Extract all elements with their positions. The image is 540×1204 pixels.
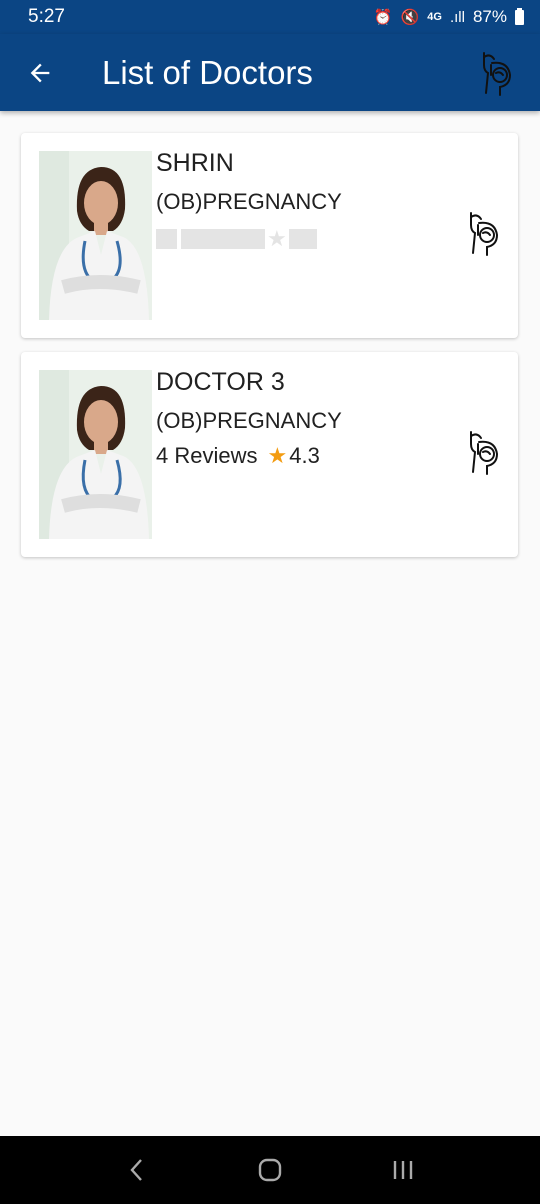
battery-icon — [515, 7, 524, 25]
nav-back-button[interactable] — [107, 1140, 167, 1200]
rating-value: 4.3 — [289, 443, 320, 468]
doctor-name: SHRIN — [156, 149, 234, 177]
doctor-photo — [39, 370, 152, 539]
skeleton-block — [181, 229, 265, 249]
pregnancy-icon — [470, 212, 499, 256]
pregnancy-icon — [483, 51, 512, 96]
nav-recents-button[interactable] — [373, 1140, 433, 1200]
pregnancy-icon — [470, 431, 499, 475]
alarm-icon: ⏰ — [373, 9, 393, 26]
review-count: 4 Reviews — [156, 443, 258, 468]
doctor-card[interactable]: DOCTOR 3 (OB)PREGNANCY 4 Reviews ★ 4.3 — [21, 352, 518, 557]
star-icon: ★ — [267, 443, 288, 468]
status-icons: ⏰ 🔇 4G .ıll 87% — [374, 7, 524, 27]
back-button[interactable] — [12, 45, 68, 101]
doctor-specialty: (OB)PREGNANCY — [156, 189, 342, 214]
system-nav-bar — [0, 1136, 540, 1204]
app-bar: List of Doctors — [0, 34, 540, 111]
signal-icon: .ıll — [449, 8, 465, 26]
rating-row: 4 Reviews ★ 4.3 — [156, 443, 320, 469]
status-time: 5:27 — [28, 6, 65, 27]
mute-icon: 🔇 — [400, 9, 420, 26]
nav-home-button[interactable] — [240, 1140, 300, 1200]
star-icon: ★ — [267, 226, 287, 251]
app-logo — [476, 49, 516, 97]
doctor-photo — [39, 151, 152, 320]
arrow-left-icon — [30, 63, 50, 82]
page-title: List of Doctors — [102, 53, 313, 91]
recents-nav-icon — [394, 1161, 413, 1179]
doctor-card[interactable]: SHRIN (OB)PREGNANCY ★ — [21, 133, 518, 338]
back-nav-icon — [130, 1159, 142, 1181]
doctor-specialty: (OB)PREGNANCY — [156, 408, 342, 433]
network-type: 4G — [427, 11, 442, 23]
skeleton-block — [288, 229, 317, 249]
rating-placeholder: ★ — [156, 226, 317, 251]
doctor-name: DOCTOR 3 — [156, 368, 285, 396]
battery-percent: 87% — [472, 7, 507, 26]
skeleton-block — [156, 229, 177, 249]
home-nav-icon — [258, 1158, 282, 1182]
status-bar: 5:27 ⏰ 🔇 4G .ıll 87% — [0, 0, 540, 34]
